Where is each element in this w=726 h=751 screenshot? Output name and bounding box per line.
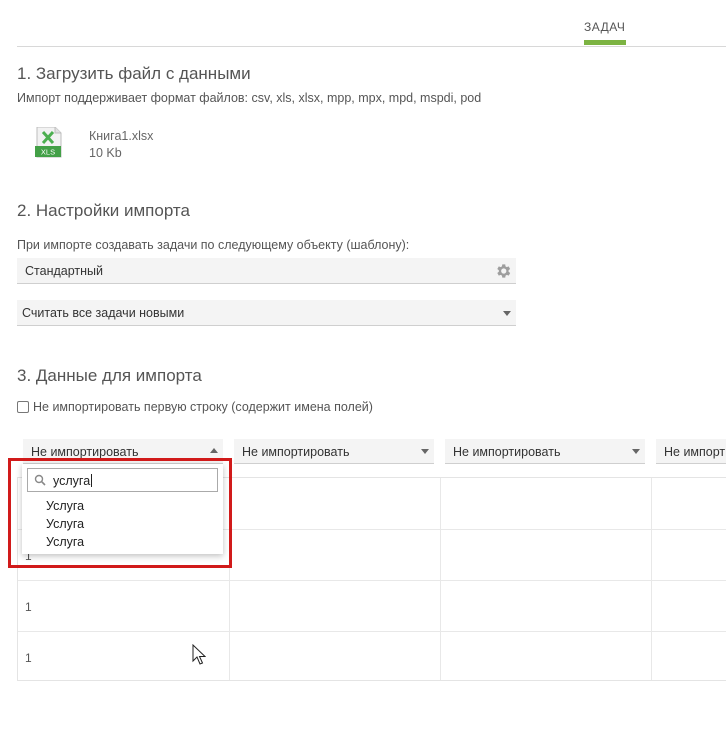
- column-mapping-value: Не импортировать: [31, 445, 139, 459]
- chevron-down-icon: [503, 311, 511, 316]
- grid-row-divider: [18, 631, 726, 632]
- chevron-up-icon: [210, 448, 218, 453]
- mouse-pointer-icon: [192, 644, 206, 665]
- tab-tasks[interactable]: ЗАДАЧ: [584, 20, 625, 34]
- import-mode-select[interactable]: Считать все задачи новыми: [17, 300, 516, 326]
- grid-column-divider: [440, 478, 441, 680]
- step1-hint: Импорт поддерживает формат файлов: csv, …: [17, 91, 482, 105]
- gear-icon[interactable]: [494, 262, 512, 280]
- template-select[interactable]: Стандартный: [17, 258, 516, 284]
- xls-file-icon[interactable]: XLS: [35, 127, 63, 159]
- tab-active-indicator: [584, 40, 626, 45]
- chevron-down-icon: [421, 449, 429, 454]
- file-size: 10 Kb: [89, 146, 122, 160]
- column-mapping-value: Не импортировать: [242, 445, 350, 459]
- highlight-annotation-box: [8, 458, 232, 568]
- column-mapping-select[interactable]: Не импортировать: [445, 439, 645, 464]
- chevron-down-icon: [632, 449, 640, 454]
- skip-first-row-checkbox[interactable]: [17, 401, 29, 413]
- column-mapping-value: Не импортировать: [453, 445, 561, 459]
- column-mapping-value: Не импорт: [664, 445, 726, 459]
- import-mode-value: Считать все задачи новыми: [22, 306, 185, 320]
- table-cell: 1: [25, 651, 32, 665]
- xls-file-icon-label: XLS: [41, 148, 55, 157]
- step1-title: 1. Загрузить файл с данными: [17, 64, 251, 83]
- skip-first-row-label: Не импортировать первую строку (содержит…: [33, 400, 373, 414]
- file-name: Книга1.xlsx: [89, 129, 154, 143]
- step2-title: 2. Настройки импорта: [17, 201, 190, 220]
- template-hint: При импорте создавать задачи по следующе…: [17, 238, 410, 252]
- table-cell: 1: [25, 600, 32, 614]
- template-select-value: Стандартный: [25, 264, 103, 278]
- step3-title: 3. Данные для импорта: [17, 366, 202, 385]
- grid-column-divider: [651, 478, 652, 680]
- column-mapping-select[interactable]: Не импортировать: [234, 439, 434, 464]
- column-mapping-select[interactable]: Не импорт: [656, 439, 726, 464]
- grid-row-divider: [18, 580, 726, 581]
